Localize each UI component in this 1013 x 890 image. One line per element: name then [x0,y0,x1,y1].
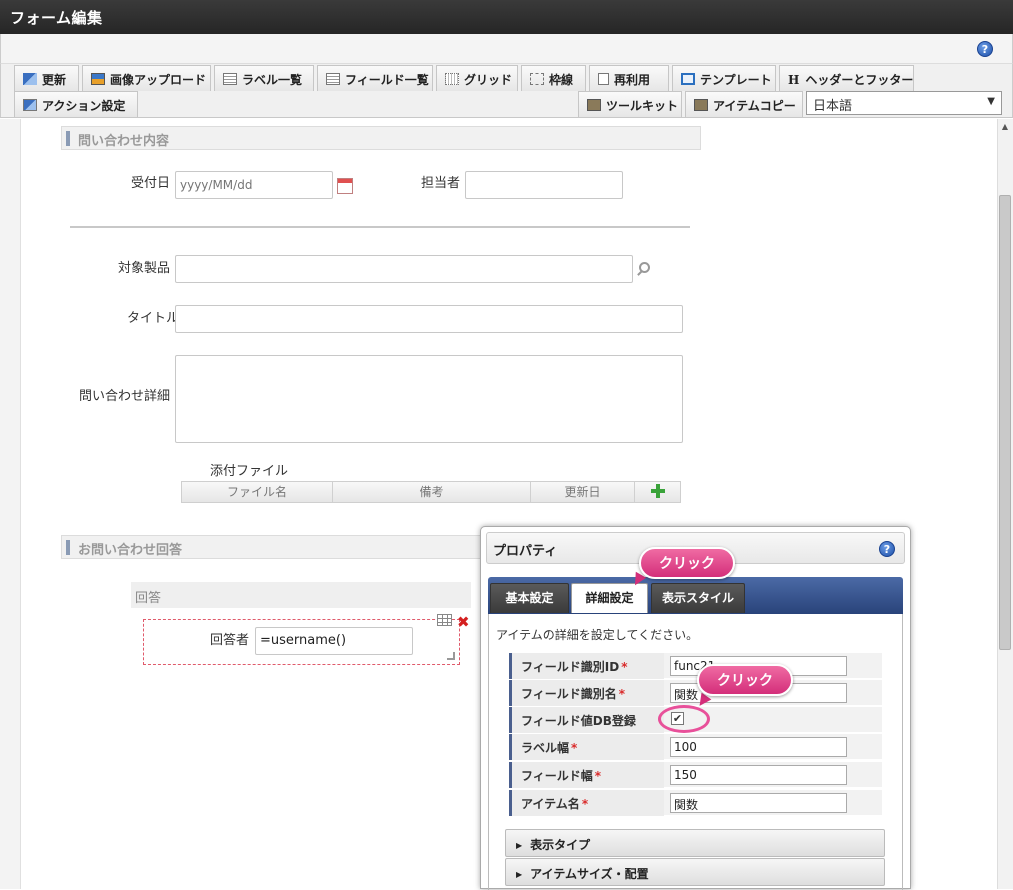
db-register-label: フィールド値DB登録 [509,707,664,733]
field-list-button[interactable]: フィールド一覧 [317,65,433,91]
field-name-label: フィールド識別名 * [509,680,664,706]
required-mark: * [571,741,578,755]
update-button[interactable]: 更新 [14,65,79,91]
resize-handle-icon[interactable] [447,652,455,660]
property-help-icon[interactable]: ? [879,541,895,557]
section-inquiry-answer: お問い合わせ回答 [61,535,486,559]
required-mark: * [594,769,602,783]
accordion-display-type[interactable]: ▶ 表示タイプ [505,829,885,857]
column-updated: 更新日 [531,482,635,502]
item-grid-icon[interactable] [437,614,452,626]
toolkit-icon [587,99,601,111]
item-copy-button[interactable]: アイテムコピー [685,91,803,117]
attachment-table-header: ファイル名 備考 更新日 [181,481,681,503]
label-width-input[interactable]: 100 [670,737,847,757]
label-width-label: ラベル幅 * [509,734,664,760]
attachment-label: 添付ファイル [210,464,289,479]
click-callout-tab: クリック [639,547,735,579]
responder-label: 回答者 [210,633,250,648]
update-icon [23,73,37,85]
item-copy-icon [694,99,708,111]
assignee-label: 担当者 [421,176,461,191]
property-row-field-id: フィールド識別ID * func21 [509,653,882,679]
product-label: 対象製品 [118,261,171,276]
accordion-item-size[interactable]: ▶ アイテムサイズ・配置 [505,858,885,886]
item-name-input[interactable]: 関数 [670,793,847,813]
help-bar: ? [0,34,1013,64]
header-footer-button[interactable]: H ヘッダーとフッター [779,65,914,91]
title-label: タイトル [127,311,180,326]
title-input[interactable] [175,305,683,333]
border-button[interactable]: 枠線 [521,65,586,91]
highlight-ring [658,705,710,733]
detail-label: 問い合わせ詳細 [79,389,171,404]
expand-triangle-icon: ▶ [516,870,523,879]
image-upload-button[interactable]: 画像アップロード [82,65,211,91]
action-icon [23,99,37,111]
add-attachment-icon[interactable] [651,484,665,498]
field-list-icon [326,73,340,85]
left-gutter [0,119,20,889]
tab-basic-settings[interactable]: 基本設定 [490,583,569,613]
item-name-label: アイテム名 * [509,790,664,816]
property-description: アイテムの詳細を設定してください。 [496,628,699,642]
window-title: フォーム編集 [0,0,1013,34]
tab-detail-settings[interactable]: 詳細設定 [571,583,648,613]
detail-textarea[interactable] [175,355,683,443]
header-footer-icon: H [788,73,800,87]
required-mark: * [618,687,626,701]
action-settings-button[interactable]: アクション設定 [14,91,138,117]
label-list-icon [223,73,237,85]
toolkit-button[interactable]: ツールキット [578,91,682,117]
border-icon [530,73,544,85]
reuse-button[interactable]: 再利用 [589,65,669,91]
grid-button[interactable]: グリッド [436,65,518,91]
language-select[interactable]: 日本語 ▼ [806,91,1002,115]
grid-icon [445,73,459,85]
required-mark: * [581,797,589,811]
scroll-up-icon[interactable]: ▲ [997,119,1013,135]
answer-group-header: 回答 [131,582,471,608]
assignee-input[interactable] [465,171,623,199]
expand-triangle-icon: ▶ [516,841,523,850]
product-input[interactable] [175,255,633,283]
required-mark: * [621,660,628,674]
responder-input[interactable]: =username() [255,627,413,655]
reuse-icon [598,73,609,85]
click-callout-checkbox: クリック [697,664,793,696]
property-row-label-width: ラベル幅 * 100 [509,734,882,760]
template-icon [681,73,695,85]
help-icon[interactable]: ? [977,41,993,57]
image-upload-icon [91,73,105,85]
section-inquiry-content: 問い合わせ内容 [61,126,701,150]
field-width-label: フィールド幅 * [509,762,664,788]
field-width-input[interactable]: 150 [670,765,847,785]
column-filename: ファイル名 [182,482,333,502]
label-list-button[interactable]: ラベル一覧 [214,65,314,91]
divider [70,226,690,228]
template-button[interactable]: テンプレート [672,65,776,91]
received-date-label: 受付日 [131,176,171,191]
property-row-item-name: アイテム名 * 関数 [509,790,882,816]
scrollbar-thumb[interactable] [999,195,1011,650]
received-date-input[interactable] [175,171,333,199]
property-row-field-width: フィールド幅 * 150 [509,762,882,788]
dropdown-arrow-icon: ▼ [987,96,995,107]
tab-display-style[interactable]: 表示スタイル [651,583,745,613]
delete-icon[interactable]: ✖ [457,613,470,631]
column-note: 備考 [333,482,531,502]
field-id-label: フィールド識別ID * [509,653,664,679]
calendar-icon[interactable] [337,178,353,194]
